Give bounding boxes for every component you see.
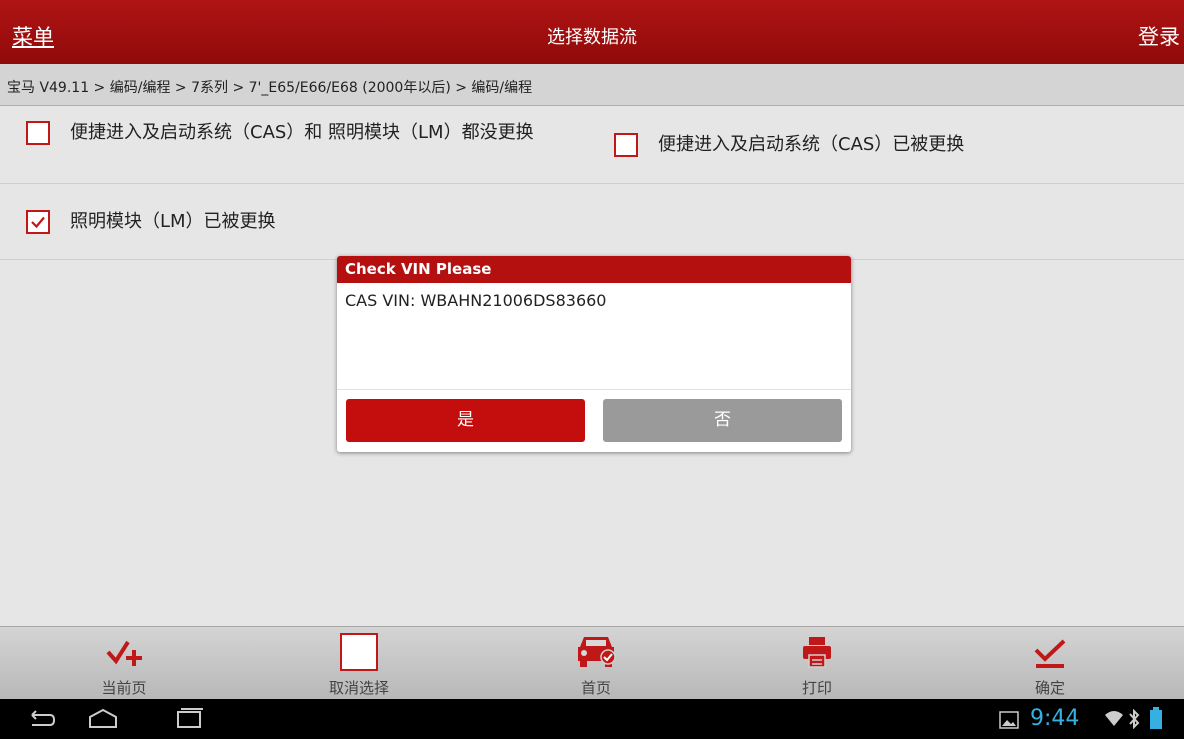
cancel-select-label: 取消选择 [328,679,389,697]
option-row [0,106,1184,184]
no-button[interactable]: 否 [603,399,842,442]
blank-square-icon [337,631,381,673]
gallery-icon [999,711,1019,729]
checkbox-unchecked[interactable] [614,133,638,157]
confirm-label: 确定 [1034,679,1065,697]
confirm-button[interactable]: 确定 [980,627,1120,700]
bottom-toolbar: 当前页 取消选择 首页 打印 确定 [0,626,1184,699]
dialog-title: Check VIN Please [337,256,851,283]
option-cas-lm-not-replaced[interactable]: 便捷进入及启动系统（CAS）和 照明模块（LM）都没更换 [26,121,580,145]
home-icon[interactable] [86,707,120,731]
breadcrumb: 宝马 V49.11 > 编码/编程 > 7系列 > 7'_E65/E66/E68… [0,64,1184,106]
print-label: 打印 [801,679,832,697]
back-icon[interactable] [24,707,58,731]
option-lm-replaced[interactable]: 照明模块（LM）已被更换 [26,210,276,234]
home-button[interactable]: 首页 [526,627,666,700]
option-label: 便捷进入及启动系统（CAS）已被更换 [658,134,965,155]
check-vin-dialog: Check VIN Please CAS VIN: WBAHN21006DS83… [337,256,851,452]
printer-icon [795,631,839,673]
bluetooth-icon [1129,709,1140,729]
option-cas-replaced[interactable]: 便捷进入及启动系统（CAS）已被更换 [614,133,964,157]
checkbox-checked[interactable] [26,210,50,234]
android-nav-bar: 9:44 [0,699,1184,739]
wifi-icon [1105,711,1123,726]
print-button[interactable]: 打印 [747,627,887,700]
current-page-label: 当前页 [101,679,147,697]
checkmark-icon [1028,631,1072,673]
login-button[interactable]: 登录 [1138,21,1180,51]
check-plus-icon [102,631,146,673]
yes-button[interactable]: 是 [346,399,585,442]
option-label: 便捷进入及启动系统（CAS）和 照明模块（LM）都没更换 [70,122,534,143]
checkmark-icon [31,216,45,229]
recent-apps-icon[interactable] [172,707,206,731]
top-bar: 菜单 选择数据流 登录 [0,0,1184,64]
current-page-button[interactable]: 当前页 [54,627,194,700]
page-title: 选择数据流 [547,27,637,48]
clock: 9:44 [1030,706,1080,731]
car-icon [574,631,618,673]
checkbox-unchecked[interactable] [26,121,50,145]
option-label: 照明模块（LM）已被更换 [70,211,276,232]
dialog-message: CAS VIN: WBAHN21006DS83660 [337,283,851,390]
home-label: 首页 [580,679,611,697]
cancel-select-button[interactable]: 取消选择 [289,627,429,700]
battery-icon [1150,707,1162,729]
